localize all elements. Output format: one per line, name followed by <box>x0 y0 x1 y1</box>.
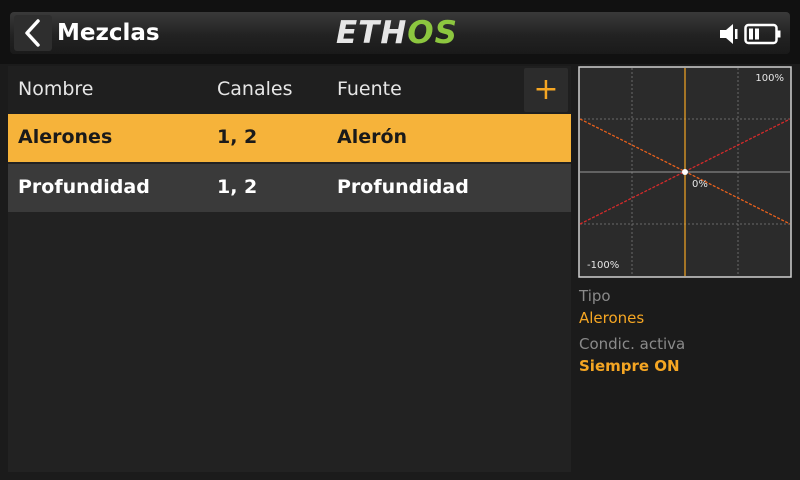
table-row[interactable]: Profundidad 1, 2 Profundidad <box>8 164 571 212</box>
logo-text-part2: OS <box>407 15 458 51</box>
column-header-canales: Canales <box>217 78 293 100</box>
mix-curve-graph: 100% 0% -100% <box>578 66 792 278</box>
page-title: Mezclas <box>57 20 160 46</box>
condicion-label: Condic. activa <box>579 335 686 353</box>
graph-label-center: 0% <box>692 179 708 190</box>
row-nombre: Alerones <box>18 126 113 148</box>
add-mix-button[interactable]: + <box>524 68 568 112</box>
table-row[interactable]: Alerones 1, 2 Alerón <box>8 114 571 162</box>
row-fuente: Alerón <box>337 126 408 148</box>
column-header-fuente: Fuente <box>337 78 402 100</box>
logo-text-part1: ETH <box>336 15 408 51</box>
graph-label-bottom: -100% <box>587 260 620 271</box>
condicion-value: Siempre ON <box>579 357 680 375</box>
tipo-value: Alerones <box>579 309 645 327</box>
ethos-logo: ETHOS <box>336 16 458 50</box>
chevron-left-icon <box>25 19 40 47</box>
center-point <box>682 169 688 175</box>
graph-label-top: 100% <box>755 73 784 84</box>
header-bar: Mezclas ETHOS <box>0 0 800 64</box>
row-fuente: Profundidad <box>337 176 469 198</box>
back-button[interactable] <box>14 15 52 51</box>
battery-icon <box>744 23 781 45</box>
curve-svg <box>578 66 792 278</box>
table-header: Nombre Canales Fuente + <box>8 66 571 114</box>
tipo-label: Tipo <box>579 287 611 305</box>
column-header-nombre: Nombre <box>18 78 94 100</box>
row-canales: 1, 2 <box>217 126 258 148</box>
mixes-table: Nombre Canales Fuente + Alerones 1, 2 Al… <box>8 66 571 472</box>
row-nombre: Profundidad <box>18 176 150 198</box>
row-canales: 1, 2 <box>217 176 258 198</box>
speaker-icon[interactable] <box>718 22 740 46</box>
status-icons <box>718 20 782 48</box>
